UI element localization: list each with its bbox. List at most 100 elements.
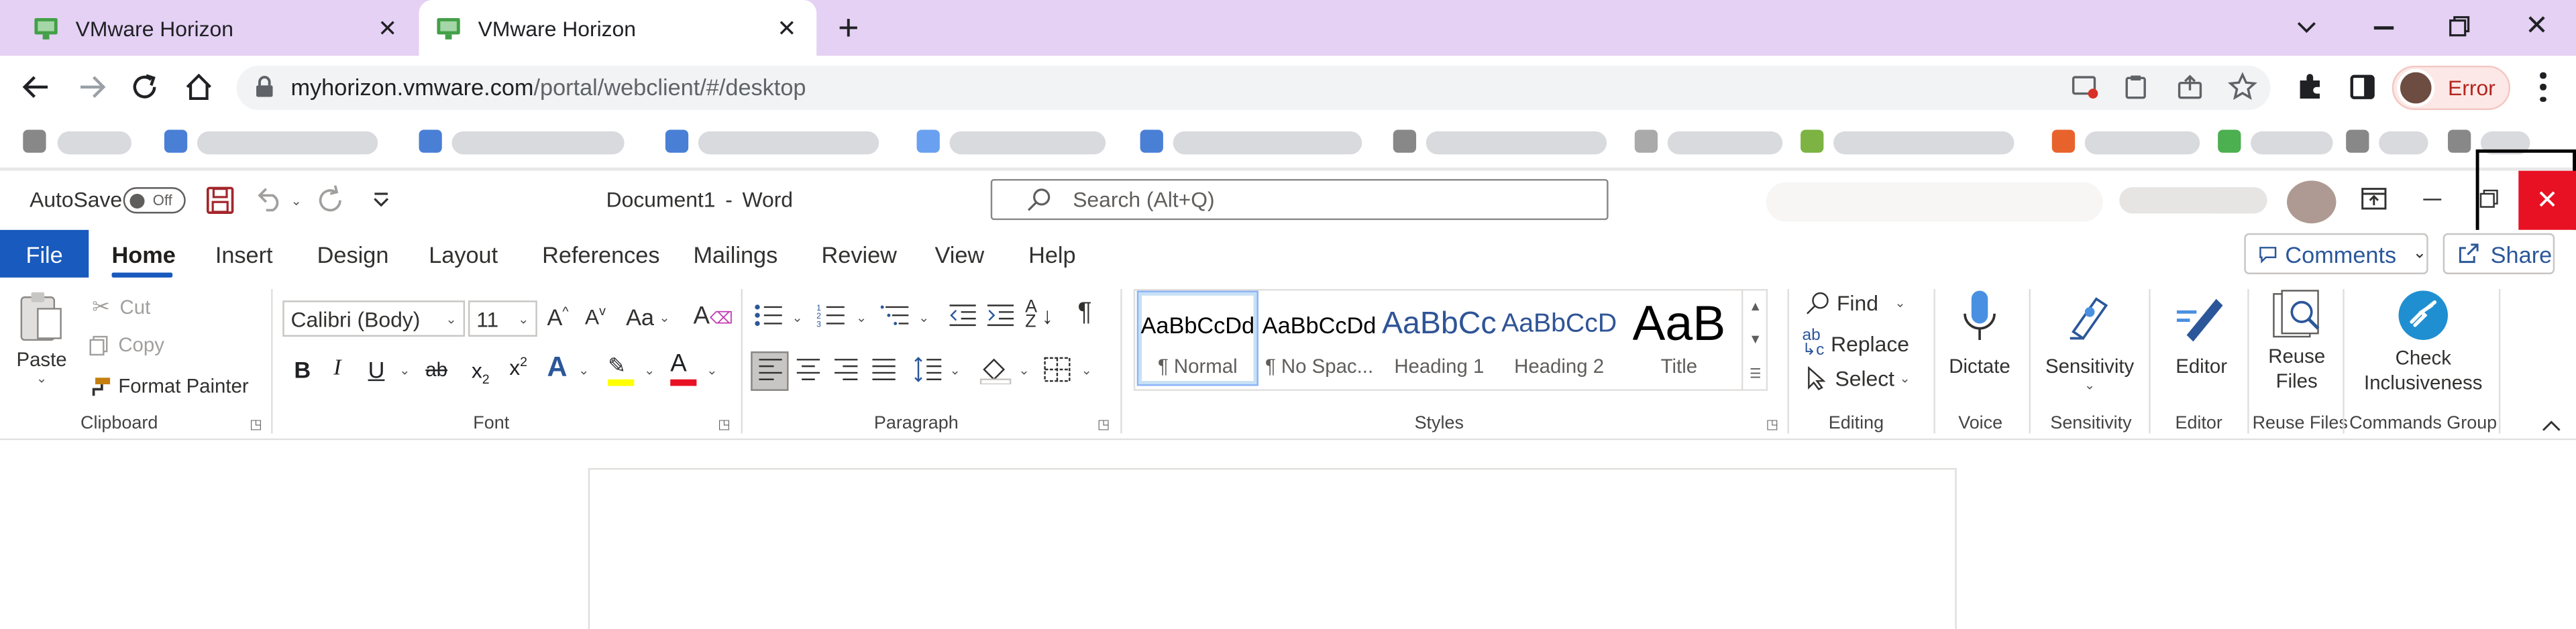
bookmark-item[interactable]: [1833, 131, 2015, 155]
bookmark-item-icon[interactable]: [665, 129, 689, 153]
dialog-launcher-icon[interactable]: ◳: [1097, 417, 1110, 432]
sort-icon[interactable]: AZ: [1025, 298, 1037, 331]
bookmark-item-icon[interactable]: [419, 129, 442, 153]
chevron-down-icon[interactable]: ⌄: [1018, 363, 1029, 378]
tab-references[interactable]: References: [542, 241, 659, 268]
bookmark-item[interactable]: [1667, 131, 1783, 155]
home-icon[interactable]: [184, 72, 213, 102]
bookmark-star-icon[interactable]: [2227, 72, 2257, 102]
style-heading-1[interactable]: AaBbCc Heading 1: [1380, 292, 1498, 384]
tab-mailings[interactable]: Mailings: [693, 241, 777, 268]
side-panel-icon[interactable]: [2349, 74, 2375, 100]
dictate-button[interactable]: Dictate: [1947, 289, 2012, 378]
paste-button[interactable]: Paste ⌄: [16, 289, 67, 386]
font-size-dropdown[interactable]: 11 ⌄: [468, 300, 537, 337]
dialog-launcher-icon[interactable]: ◳: [250, 417, 262, 432]
document-page[interactable]: [588, 467, 1957, 629]
chevron-down-icon[interactable]: ⌄: [399, 363, 410, 378]
minimize-icon[interactable]: [2373, 26, 2394, 29]
style-normal[interactable]: AaBbCcDd ¶ Normal: [1136, 290, 1258, 386]
bookmark-item-icon[interactable]: [2218, 129, 2241, 153]
line-spacing-icon[interactable]: [914, 356, 943, 382]
bookmark-item-icon[interactable]: [1140, 129, 1163, 153]
share-page-icon[interactable]: [2177, 74, 2203, 100]
lock-icon[interactable]: [255, 76, 274, 99]
text-effects-icon[interactable]: A: [547, 351, 568, 384]
back-arrow-icon[interactable]: [21, 74, 51, 100]
styles-scroll[interactable]: ▲ ▼ ☰: [1741, 289, 1768, 391]
align-right-icon[interactable]: [833, 358, 859, 381]
increase-indent-icon[interactable]: [985, 302, 1015, 329]
url-text[interactable]: myhorizon.vmware.com/portal/webclient/#/…: [290, 74, 806, 100]
bookmark-item[interactable]: [698, 131, 879, 155]
bookmark-item[interactable]: [2379, 131, 2428, 155]
highlight-color-icon[interactable]: ✎: [608, 351, 635, 386]
scroll-up-icon[interactable]: ▲: [1749, 298, 1762, 313]
install-app-blocked-icon[interactable]: [2072, 76, 2098, 99]
restore-window-icon[interactable]: [2448, 15, 2471, 38]
bookmark-item-icon[interactable]: [1634, 129, 1658, 153]
bookmark-item-icon[interactable]: [2346, 129, 2369, 153]
chevron-down-icon[interactable]: ⌄: [918, 310, 929, 325]
collapse-ribbon-icon[interactable]: [2542, 418, 2561, 432]
scroll-down-icon[interactable]: ▼: [1749, 333, 1762, 347]
word-minimize-icon[interactable]: [2423, 198, 2442, 201]
bookmark-item-icon[interactable]: [164, 129, 188, 153]
chevron-down-icon[interactable]: ⌄: [644, 363, 655, 378]
show-formatting-marks-icon[interactable]: ¶: [1078, 299, 1092, 329]
browser-tab[interactable]: VMware Horizon ✕: [13, 0, 416, 56]
reuse-files-button[interactable]: Reuse Files: [2259, 289, 2334, 394]
tab-insert[interactable]: Insert: [215, 241, 273, 268]
clipboard-icon[interactable]: [2125, 74, 2147, 100]
reload-icon[interactable]: [129, 72, 159, 102]
bookmark-item[interactable]: [1426, 131, 1607, 155]
dialog-launcher-icon[interactable]: ◳: [1766, 417, 1779, 432]
close-window-icon[interactable]: ✕: [2525, 10, 2548, 43]
comments-button[interactable]: Comments ⌄: [2244, 233, 2428, 274]
extensions-puzzle-icon[interactable]: [2295, 72, 2324, 102]
word-close-button[interactable]: ✕: [2518, 170, 2576, 230]
chevron-down-icon[interactable]: ⌄: [856, 310, 867, 325]
align-center-icon[interactable]: [795, 358, 821, 381]
strikethrough-icon[interactable]: ab: [425, 358, 447, 381]
select-button[interactable]: Select ⌄: [1805, 366, 1911, 391]
clear-formatting-icon[interactable]: A⌫: [693, 302, 733, 331]
document-title[interactable]: Document1- Word: [606, 187, 793, 212]
chevron-down-icon[interactable]: ⌄: [1081, 363, 1091, 378]
autosave-toggle[interactable]: Off: [123, 187, 186, 214]
browser-menu-icon[interactable]: [2540, 72, 2546, 102]
chevron-down-icon[interactable]: ⌄: [706, 363, 717, 378]
sort-arrow-icon[interactable]: ↓: [1042, 302, 1053, 329]
tab-home[interactable]: Home: [112, 241, 176, 268]
shading-icon[interactable]: [979, 355, 1012, 385]
tab-search-chevron-icon[interactable]: [2295, 15, 2318, 38]
bookmark-item[interactable]: [2084, 131, 2200, 155]
style-no-spacing[interactable]: AaBbCcDd ¶ No Spac...: [1260, 292, 1378, 384]
tab-review[interactable]: Review: [822, 241, 897, 268]
profile-error-button[interactable]: Error: [2392, 65, 2511, 111]
find-button[interactable]: Find ⌄: [1805, 290, 1906, 315]
format-painter-button[interactable]: Format Painter: [87, 374, 249, 398]
bookmark-item[interactable]: [1173, 131, 1362, 155]
tab-help[interactable]: Help: [1028, 241, 1076, 268]
decrease-indent-icon[interactable]: [948, 302, 977, 329]
more-styles-icon[interactable]: ☰: [1750, 366, 1762, 381]
editor-button[interactable]: Editor: [2165, 289, 2238, 378]
bookmark-item-icon[interactable]: [1393, 129, 1417, 153]
sensitivity-button[interactable]: Sensitivity ⌄: [2041, 289, 2139, 392]
shrink-font-icon[interactable]: Av: [585, 304, 606, 329]
browser-tab-active[interactable]: VMware Horizon ✕: [419, 0, 817, 56]
subscript-icon[interactable]: x2: [472, 358, 490, 387]
copy-button[interactable]: Copy: [89, 333, 164, 356]
close-tab-icon[interactable]: ✕: [777, 14, 796, 42]
font-color-icon[interactable]: A: [670, 350, 697, 386]
cut-button[interactable]: ✂ Cut: [92, 294, 150, 320]
font-name-dropdown[interactable]: Calibri (Body) ⌄: [282, 300, 466, 337]
chevron-down-icon[interactable]: ⌄: [950, 363, 961, 378]
justify-icon[interactable]: [871, 358, 897, 381]
new-tab-button[interactable]: +: [838, 7, 859, 50]
bookmark-item[interactable]: [451, 131, 625, 155]
tab-layout[interactable]: Layout: [429, 241, 498, 268]
account-avatar[interactable]: [2287, 180, 2337, 224]
borders-icon[interactable]: [1043, 356, 1071, 382]
